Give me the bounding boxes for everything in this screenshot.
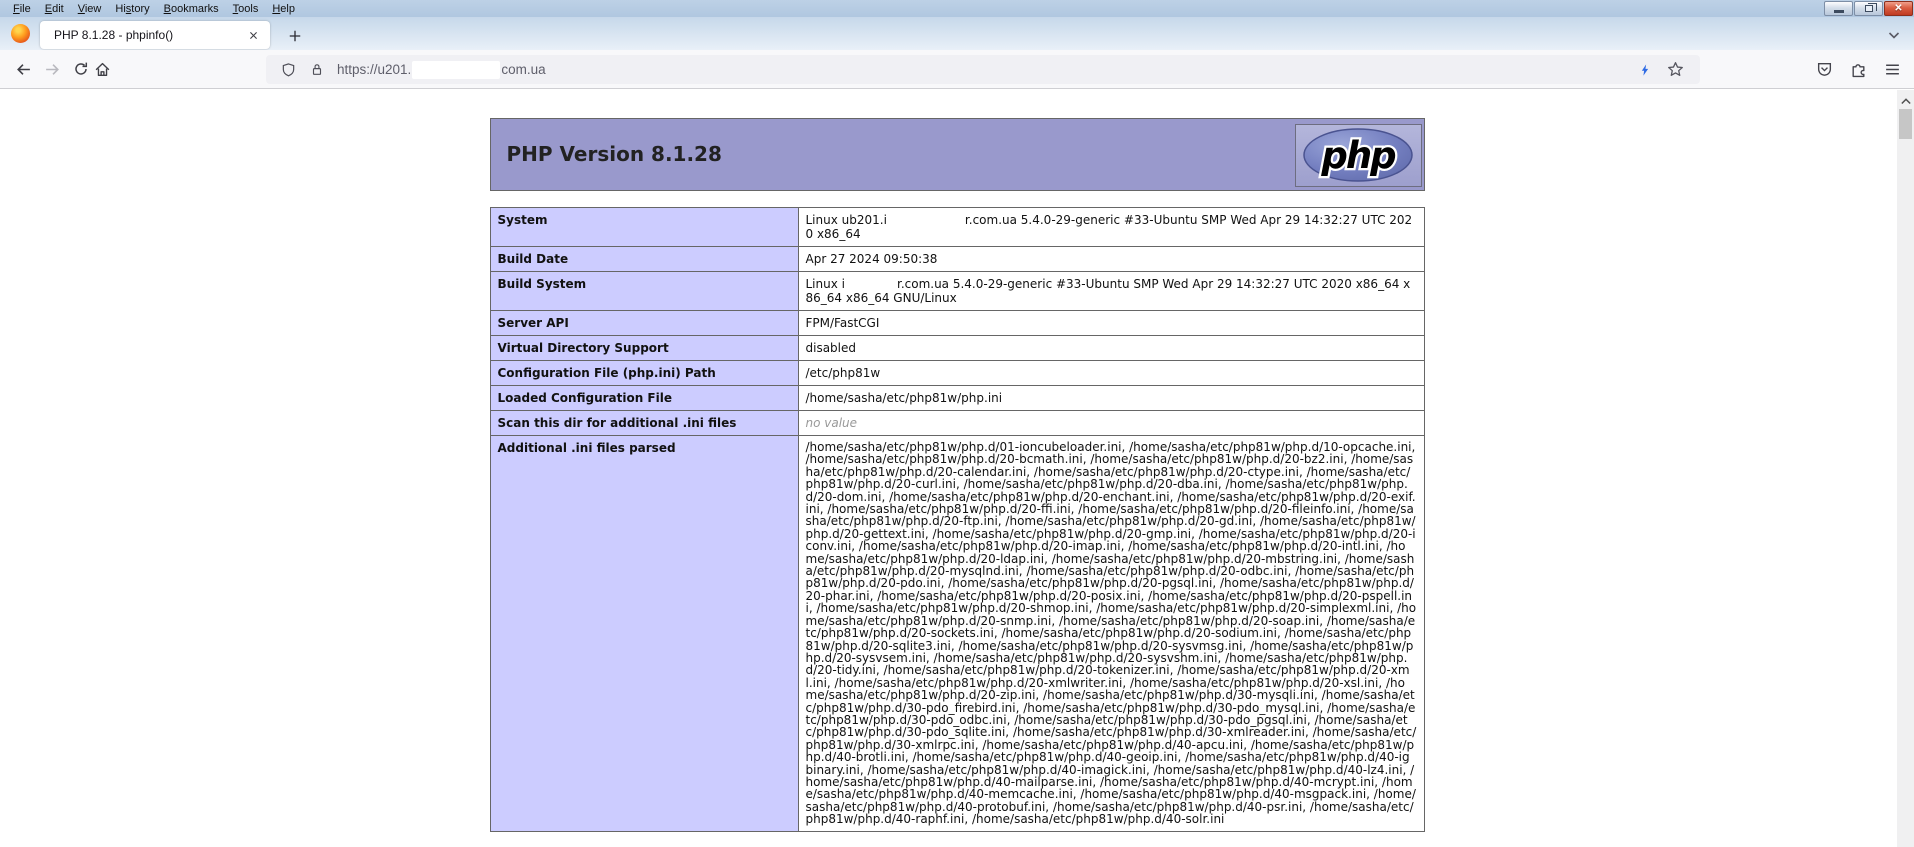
row-label: Loaded Configuration File <box>490 386 798 411</box>
list-all-tabs-button[interactable] <box>1886 27 1904 45</box>
close-window-button[interactable]: ✕ <box>1884 1 1913 16</box>
row-value: Linux ub201.ir.com.ua 5.4.0-29-generic #… <box>798 208 1424 247</box>
row-value: /home/sasha/etc/php81w/php.ini <box>798 386 1424 411</box>
menu-item-view[interactable]: View <box>71 2 109 16</box>
table-row: Loaded Configuration File/home/sasha/etc… <box>490 386 1424 411</box>
menu-item-file[interactable]: File <box>6 2 38 16</box>
window-controls: ✕ <box>1824 1 1914 16</box>
menu-item-edit[interactable]: Edit <box>38 2 71 16</box>
table-row: SystemLinux ub201.ir.com.ua 5.4.0-29-gen… <box>490 208 1424 247</box>
page-title: PHP Version 8.1.28 <box>491 119 1424 190</box>
menu-bar-items: FileEditViewHistoryBookmarksToolsHelp <box>6 2 302 16</box>
table-row: Server APIFPM/FastCGI <box>490 311 1424 336</box>
home-icon <box>94 61 111 78</box>
app-menu-button[interactable] <box>1880 57 1904 81</box>
menu-item-help[interactable]: Help <box>265 2 302 16</box>
row-label: Virtual Directory Support <box>490 336 798 361</box>
lock-icon[interactable] <box>310 62 324 77</box>
hamburger-icon <box>1884 61 1901 78</box>
menu-item-bookmarks[interactable]: Bookmarks <box>157 2 226 16</box>
plus-icon <box>288 29 302 43</box>
minimize-icon <box>1834 10 1844 13</box>
table-row: Additional .ini files parsed/home/sasha/… <box>490 436 1424 832</box>
row-label: Scan this dir for additional .ini files <box>490 411 798 436</box>
phpinfo-header: PHP Version 8.1.28 php <box>490 118 1425 191</box>
firefox-view-icon[interactable] <box>11 24 30 43</box>
php-logo: php <box>1295 124 1422 187</box>
redacted-text <box>887 214 965 224</box>
home-button[interactable] <box>89 56 115 82</box>
phpinfo-table: SystemLinux ub201.ir.com.ua 5.4.0-29-gen… <box>490 207 1425 832</box>
pocket-button[interactable] <box>1812 57 1836 81</box>
row-value: no value <box>798 411 1424 436</box>
row-label: Build Date <box>490 247 798 272</box>
navigation-toolbar: https://u201. com.ua <box>0 50 1914 89</box>
row-label: Server API <box>490 311 798 336</box>
menu-bar: FileEditViewHistoryBookmarksToolsHelp ✕ <box>0 0 1914 17</box>
scroll-up-arrow-icon[interactable] <box>1897 93 1914 109</box>
tab-title: PHP 8.1.28 - phpinfo() <box>54 28 244 42</box>
back-button[interactable] <box>10 56 36 82</box>
menu-item-history[interactable]: History <box>108 2 156 16</box>
phpinfo-table-body: SystemLinux ub201.ir.com.ua 5.4.0-29-gen… <box>490 208 1424 832</box>
pocket-icon <box>1816 61 1833 78</box>
tab-phpinfo[interactable]: PHP 8.1.28 - phpinfo() <box>40 21 270 49</box>
tracking-protection-shield-icon[interactable] <box>281 62 296 78</box>
phpinfo-container: PHP Version 8.1.28 php SystemLinux ub201… <box>490 90 1425 832</box>
page-content: PHP Version 8.1.28 php SystemLinux ub201… <box>0 90 1914 847</box>
row-label: Additional .ini files parsed <box>490 436 798 832</box>
chevron-down-icon <box>1886 27 1902 43</box>
url-text: https://u201. com.ua <box>337 61 1639 79</box>
row-value: /home/sasha/etc/php81w/php.d/01-ioncubel… <box>798 436 1424 832</box>
restore-icon <box>1865 5 1873 12</box>
forward-button[interactable] <box>39 56 65 82</box>
new-tab-button[interactable] <box>284 25 306 47</box>
back-icon <box>15 61 32 78</box>
redacted-text <box>845 278 897 288</box>
php-logo-text: php <box>1320 134 1396 177</box>
row-label: System <box>490 208 798 247</box>
row-value: /etc/php81w <box>798 361 1424 386</box>
tab-strip: PHP 8.1.28 - phpinfo() <box>0 17 1914 50</box>
row-value: Linux ir.com.ua 5.4.0-29-generic #33-Ubu… <box>798 272 1424 311</box>
extensions-button[interactable] <box>1846 57 1870 81</box>
vertical-scrollbar[interactable] <box>1897 90 1914 847</box>
tab-close-button[interactable] <box>244 26 262 44</box>
puzzle-icon <box>1850 61 1867 78</box>
table-row: Build SystemLinux ir.com.ua 5.4.0-29-gen… <box>490 272 1424 311</box>
bookmark-star-icon[interactable] <box>1667 61 1684 78</box>
minimize-button[interactable] <box>1824 1 1853 16</box>
url-bar[interactable]: https://u201. com.ua <box>266 55 1700 84</box>
row-label: Build System <box>490 272 798 311</box>
table-row: Build DateApr 27 2024 09:50:38 <box>490 247 1424 272</box>
reload-icon <box>73 61 89 77</box>
scrollbar-thumb[interactable] <box>1899 109 1912 139</box>
url-redacted-segment <box>412 61 500 79</box>
table-row: Scan this dir for additional .ini filesn… <box>490 411 1424 436</box>
forward-icon <box>44 61 61 78</box>
row-label: Configuration File (php.ini) Path <box>490 361 798 386</box>
row-value: FPM/FastCGI <box>798 311 1424 336</box>
row-value: disabled <box>798 336 1424 361</box>
menu-item-tools[interactable]: Tools <box>226 2 266 16</box>
page-action-bolt-icon[interactable] <box>1639 62 1651 78</box>
table-row: Virtual Directory Supportdisabled <box>490 336 1424 361</box>
close-icon <box>248 30 259 41</box>
row-value: Apr 27 2024 09:50:38 <box>798 247 1424 272</box>
close-icon: ✕ <box>1894 4 1902 14</box>
table-row: Configuration File (php.ini) Path/etc/ph… <box>490 361 1424 386</box>
url-suffix: com.ua <box>501 62 545 77</box>
url-prefix: https://u201. <box>337 62 411 77</box>
restore-button[interactable] <box>1854 1 1883 16</box>
